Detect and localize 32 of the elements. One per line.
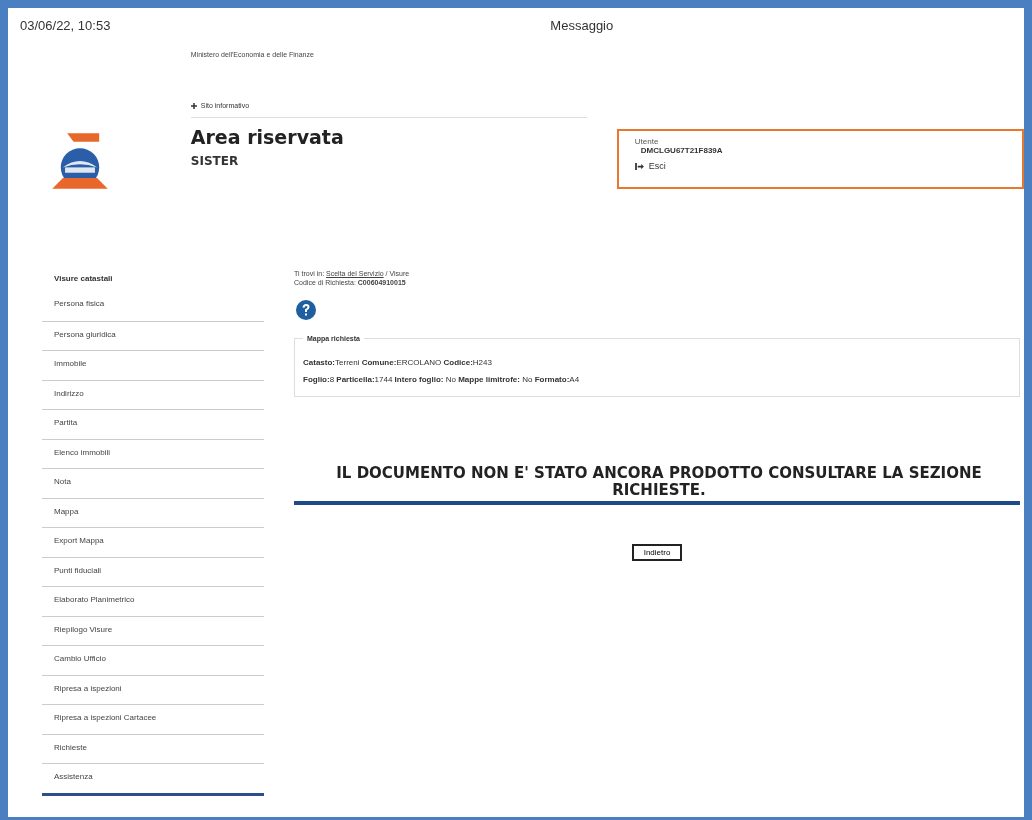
print-datetime: 03/06/22, 10:53 — [20, 18, 111, 33]
status-message: IL DOCUMENTO NON E' STATO ANCORA PRODOTTO CONSULTARE LA SEZIONE RICHIESTE. — [335, 465, 983, 499]
back-button[interactable]: Indietro — [631, 544, 683, 561]
sidebar-item[interactable]: Riepilogo Visure — [42, 615, 264, 645]
sidebar-item[interactable]: Elenco immobili — [42, 438, 264, 468]
sidebar-item[interactable]: Export Mappa — [42, 527, 264, 557]
sidebar-item[interactable]: Richieste — [42, 733, 264, 763]
sidebar-item[interactable]: Persona giuridica — [42, 320, 264, 350]
help-icon[interactable] — [294, 299, 318, 323]
sidebar-item[interactable]: Ripresa a ispezioni — [42, 674, 264, 704]
sidebar-item[interactable]: Indirizzo — [42, 379, 264, 409]
print-title: Messaggio — [550, 18, 614, 33]
logout-icon — [634, 162, 644, 170]
sidebar-item[interactable]: Mappa — [42, 497, 264, 527]
sidebar-item[interactable]: Punti fiduciali — [42, 556, 264, 586]
area-title: Area riservata — [190, 126, 345, 148]
request-details: Foglio:8 Particella:1744 Intero foglio: No Mappe limitrofe: No Formato:A4 — [303, 375, 581, 384]
sidebar-item[interactable]: Ripresa a ispezioni Cartacee — [42, 704, 264, 734]
sidebar-item[interactable]: Cambio Ufficio — [42, 645, 264, 675]
service-name: SISTER — [190, 154, 240, 168]
sidebar-item[interactable]: Immobile — [42, 350, 264, 380]
sidebar-item[interactable]: Nota — [42, 468, 264, 498]
sidebar-item[interactable]: Persona fisica — [42, 291, 264, 321]
sidebar-item[interactable]: Elaborato Planimetrico — [42, 586, 264, 616]
request-details: Catasto:Terreni Comune:ERCOLANO Codice:H243 — [303, 358, 493, 367]
user-label: Utente — [634, 137, 660, 146]
logout-link[interactable]: Esci — [648, 161, 666, 171]
sidebar-item[interactable]: Partita — [42, 409, 264, 439]
user-code: DMCLGU67T21F839A — [640, 146, 724, 155]
sidebar-item[interactable]: Assistenza — [42, 763, 264, 793]
plus-icon — [190, 102, 197, 109]
sidebar-heading: Visure catastali — [53, 273, 114, 285]
